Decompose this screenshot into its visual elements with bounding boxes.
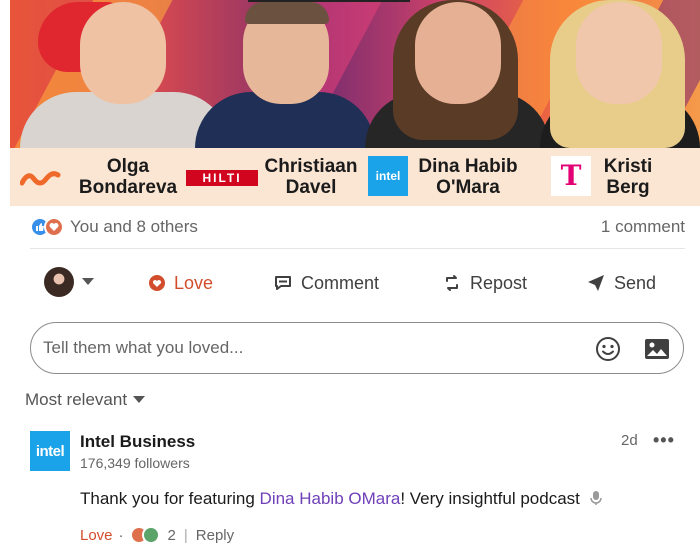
- repost-icon: [446, 275, 458, 291]
- speaker-name-kristi: Kristi Berg: [603, 156, 653, 198]
- comment-button[interactable]: Comment: [273, 262, 379, 304]
- speaker-photo-dina: [365, 0, 550, 148]
- comment-timestamp: 2d: [621, 432, 638, 449]
- commenter-logo[interactable]: intel: [30, 431, 70, 471]
- speakers-photo: [10, 0, 700, 148]
- commenter-followers: 176,349 followers: [80, 455, 190, 471]
- actor-selector[interactable]: [44, 267, 94, 297]
- sort-dropdown[interactable]: Most relevant: [25, 390, 146, 410]
- speaker-photo-kristi: [540, 0, 700, 148]
- avatar: [44, 267, 74, 297]
- emoji-icon[interactable]: [595, 336, 621, 367]
- sort-label: Most relevant: [25, 390, 128, 409]
- t-mobile-logo: T: [551, 156, 591, 196]
- speaker-name-christiaan: Christiaan Davel: [264, 156, 358, 198]
- speaker-photo-christiaan: [195, 0, 375, 148]
- comment-icon: [275, 276, 291, 290]
- dot-separator: ·: [118, 526, 124, 544]
- divider: [30, 248, 685, 249]
- caret-down-icon: [82, 278, 94, 285]
- action-bar: Love Comment Repost Send: [30, 262, 695, 304]
- repost-button[interactable]: Repost: [442, 262, 527, 304]
- send-label: Send: [614, 272, 657, 293]
- hilti-logo: HILTI: [186, 170, 258, 186]
- social-counts: You and 8 others 1 comment: [30, 214, 685, 240]
- send-icon: [588, 275, 604, 291]
- reply-button[interactable]: Reply: [196, 527, 234, 544]
- comment-footer: Love · 2 | Reply: [80, 526, 234, 544]
- reaction-icons[interactable]: [30, 217, 66, 237]
- comment-love-button[interactable]: Love: [80, 527, 113, 544]
- love-icon: [44, 217, 64, 237]
- mention-link[interactable]: Dina Habib OMara: [260, 489, 401, 508]
- comment-reaction-icons[interactable]: [129, 526, 162, 544]
- comment-box[interactable]: [30, 322, 684, 374]
- more-options-icon[interactable]: •••: [653, 430, 675, 451]
- speaker-name-dina: Dina Habib O'Mara: [418, 156, 518, 198]
- comment-text: Thank you for featuring Dina Habib OMara…: [80, 489, 603, 509]
- separator: |: [183, 526, 188, 544]
- speaker-name-olga: Olga Bondareva: [78, 156, 178, 198]
- comment-reaction-count[interactable]: 2: [168, 527, 176, 544]
- caret-down-icon: [133, 396, 146, 403]
- image-icon[interactable]: [644, 337, 670, 366]
- love-icon: [149, 275, 165, 291]
- comment-input[interactable]: [43, 335, 563, 361]
- post-banner-image[interactable]: Olga Bondareva HILTI Christiaan Davel inte…: [10, 0, 700, 206]
- commenter-name[interactable]: Intel Business: [80, 432, 195, 452]
- intel-logo: intel: [368, 156, 408, 196]
- microphone-icon: [589, 491, 602, 505]
- love-label: Love: [174, 272, 214, 293]
- comment-item: intel Intel Business 176,349 followers 2…: [30, 428, 690, 559]
- love-button[interactable]: Love: [148, 262, 213, 304]
- orange-wave-logo: [19, 167, 64, 194]
- speakers-names-strip: Olga Bondareva HILTI Christiaan Davel inte…: [10, 148, 700, 206]
- comments-count-link[interactable]: 1 comment: [601, 217, 685, 237]
- support-icon: [141, 526, 160, 544]
- send-button[interactable]: Send: [586, 262, 656, 304]
- reactions-count-link[interactable]: You and 8 others: [70, 217, 198, 237]
- comment-label: Comment: [301, 272, 380, 293]
- repost-label: Repost: [470, 272, 528, 293]
